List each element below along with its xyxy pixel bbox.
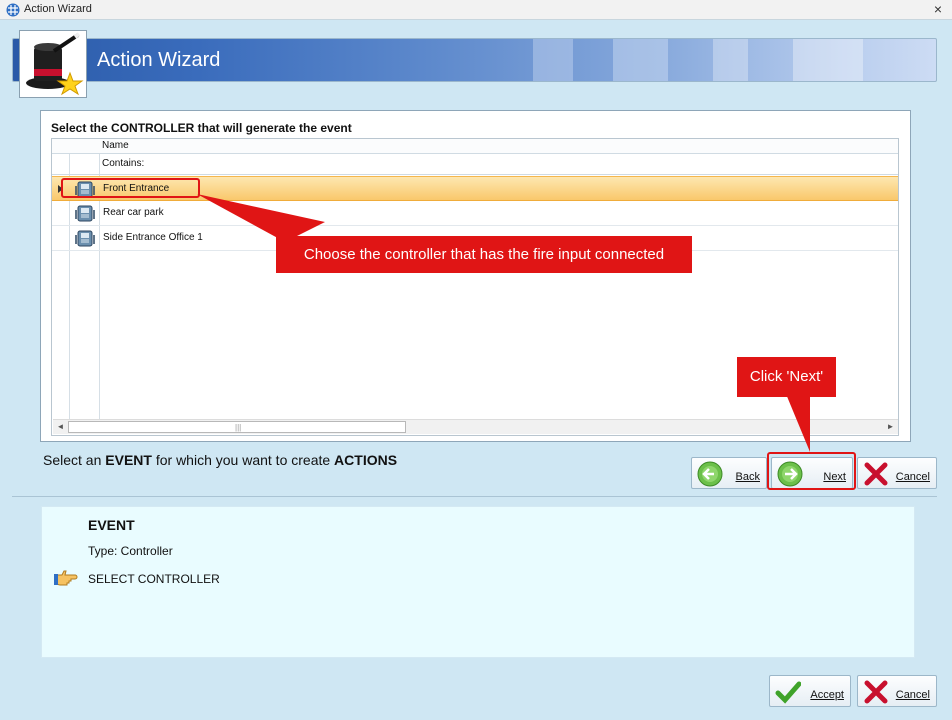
magic-hat-wand-star-icon — [19, 30, 87, 98]
controller-icon — [75, 205, 95, 222]
event-title: EVENT — [88, 517, 135, 533]
cancel-button[interactable]: Cancel — [857, 675, 937, 707]
accept-button-label: Accept — [810, 689, 844, 701]
cancel-nav-button[interactable]: Cancel — [857, 457, 937, 489]
pointing-hand-icon — [54, 570, 78, 586]
wizard-banner: Action Wizard — [12, 38, 937, 82]
row-label: Side Entrance Office 1 — [103, 232, 203, 243]
next-button-highlight — [767, 452, 856, 490]
scroll-grip-icon: ||| — [235, 423, 242, 432]
callout-controller: Choose the controller that has the fire … — [276, 236, 692, 273]
section-separator — [12, 496, 937, 497]
column-header-name[interactable]: Name — [102, 140, 129, 151]
event-instruction: Select an EVENT for which you want to cr… — [43, 452, 398, 468]
back-button[interactable]: Back — [691, 457, 767, 489]
callout-next: Click 'Next' — [737, 357, 836, 397]
cancel-x-icon — [864, 462, 888, 486]
checkmark-icon — [775, 681, 801, 704]
cancel-nav-button-label: Cancel — [895, 471, 930, 483]
current-step: SELECT CONTROLLER — [88, 572, 220, 586]
back-arrow-icon — [697, 461, 723, 487]
back-button-label: Back — [735, 471, 760, 483]
table-row[interactable]: Rear car park — [52, 201, 898, 226]
event-summary-panel: EVENT Type: Controller SELECT CONTROLLER — [41, 506, 915, 658]
grid-header[interactable]: Name — [52, 139, 898, 154]
app-grid-icon — [6, 3, 20, 17]
controller-icon — [75, 230, 95, 247]
title-bar: Action Wizard × — [0, 0, 952, 20]
scroll-right-icon[interactable]: ► — [883, 420, 898, 434]
grid-heading: Select the CONTROLLER that will generate… — [51, 121, 352, 135]
front-entrance-highlight — [61, 178, 200, 198]
close-icon[interactable]: × — [930, 1, 946, 17]
grid-filter-row[interactable]: Contains: — [52, 154, 898, 175]
cancel-x-icon — [864, 680, 888, 704]
horizontal-scrollbar[interactable]: ◄ ||| ► — [53, 419, 898, 434]
scrollbar-thumb[interactable]: ||| — [68, 421, 406, 433]
banner-title: Action Wizard — [97, 49, 221, 71]
callout-pointer-next — [786, 394, 810, 452]
event-type: Type: Controller — [88, 544, 173, 558]
row-label: Rear car park — [103, 207, 164, 218]
window-title: Action Wizard — [24, 3, 92, 15]
scroll-left-icon[interactable]: ◄ — [53, 420, 68, 434]
cancel-button-label: Cancel — [895, 689, 930, 701]
filter-contains-label[interactable]: Contains: — [102, 158, 144, 169]
accept-button[interactable]: Accept — [769, 675, 851, 707]
